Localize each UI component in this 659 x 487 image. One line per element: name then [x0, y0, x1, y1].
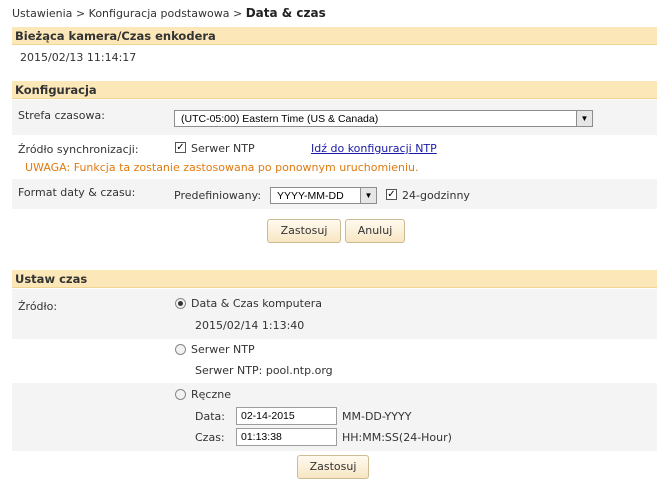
- section-configuration: Konfiguracja: [12, 81, 657, 99]
- breadcrumb-basic-config[interactable]: Konfiguracja podstawowa: [89, 7, 230, 20]
- time-input[interactable]: 01:13:38: [236, 428, 337, 446]
- set-time-apply-button[interactable]: Zastosuj: [297, 455, 369, 479]
- chevron-down-icon: ▼: [360, 188, 376, 203]
- manual-option-label: Ręczne: [191, 388, 231, 401]
- pc-time-radio[interactable]: [175, 298, 186, 309]
- encoder-datetime: 2015/02/13 11:14:17: [20, 51, 137, 64]
- ntp-server-text: Serwer NTP: pool.ntp.org: [195, 364, 333, 377]
- hour24-checkbox[interactable]: ✓: [386, 189, 397, 200]
- predefined-label: Predefiniowany:: [174, 189, 262, 202]
- date-input[interactable]: 02-14-2015: [236, 407, 337, 425]
- date-format-label: Format daty & czasu:: [18, 186, 136, 199]
- section-set-time: Ustaw czas: [12, 270, 657, 288]
- timezone-select[interactable]: (UTC-05:00) Eastern Time (US & Canada) ▼: [174, 110, 593, 127]
- pc-time-row: [12, 289, 657, 339]
- timezone-label: Strefa czasowa:: [18, 109, 105, 122]
- source-label: Źródło:: [18, 300, 58, 313]
- breadcrumb-separator: >: [232, 7, 243, 20]
- config-cancel-button[interactable]: Anuluj: [345, 219, 405, 243]
- config-apply-button[interactable]: Zastosuj: [267, 219, 341, 243]
- pc-datetime: 2015/02/14 1:13:40: [195, 319, 305, 332]
- ntp-server-checkbox-label: Serwer NTP: [191, 142, 255, 155]
- timezone-select-value: (UTC-05:00) Eastern Time (US & Canada): [181, 113, 379, 125]
- ntp-time-radio[interactable]: [175, 344, 186, 355]
- hour24-label: 24-godzinny: [402, 189, 470, 202]
- ntp-time-option-label: Serwer NTP: [191, 343, 255, 356]
- sync-source-label: Źródło synchronizacji:: [18, 143, 139, 156]
- checkmark-icon: ✓: [387, 189, 396, 200]
- checkmark-icon: ✓: [176, 142, 185, 153]
- date-format-select-value: YYYY-MM-DD: [277, 190, 344, 202]
- restart-warning: UWAGA: Funkcja ta zostanie zastosowana p…: [25, 161, 419, 174]
- section-encoder-time: Bieżąca kamera/Czas enkodera: [12, 27, 657, 45]
- ntp-config-link[interactable]: Idź do konfiguracji NTP: [311, 142, 437, 155]
- breadcrumb-separator: >: [75, 7, 86, 20]
- breadcrumb-current: Data & czas: [245, 6, 326, 20]
- date-format-select[interactable]: YYYY-MM-DD ▼: [270, 187, 377, 204]
- ntp-server-checkbox[interactable]: ✓: [175, 142, 186, 153]
- pc-time-option-label: Data & Czas komputera: [191, 297, 322, 310]
- date-label: Data:: [195, 410, 225, 423]
- time-format-hint: HH:MM:SS(24-Hour): [342, 431, 452, 444]
- breadcrumb-settings[interactable]: Ustawienia: [12, 7, 72, 20]
- time-label: Czas:: [195, 431, 225, 444]
- breadcrumb: Ustawienia > Konfiguracja podstawowa > D…: [12, 6, 326, 20]
- date-format-hint: MM-DD-YYYY: [342, 410, 412, 423]
- chevron-down-icon: ▼: [576, 111, 592, 126]
- manual-time-radio[interactable]: [175, 389, 186, 400]
